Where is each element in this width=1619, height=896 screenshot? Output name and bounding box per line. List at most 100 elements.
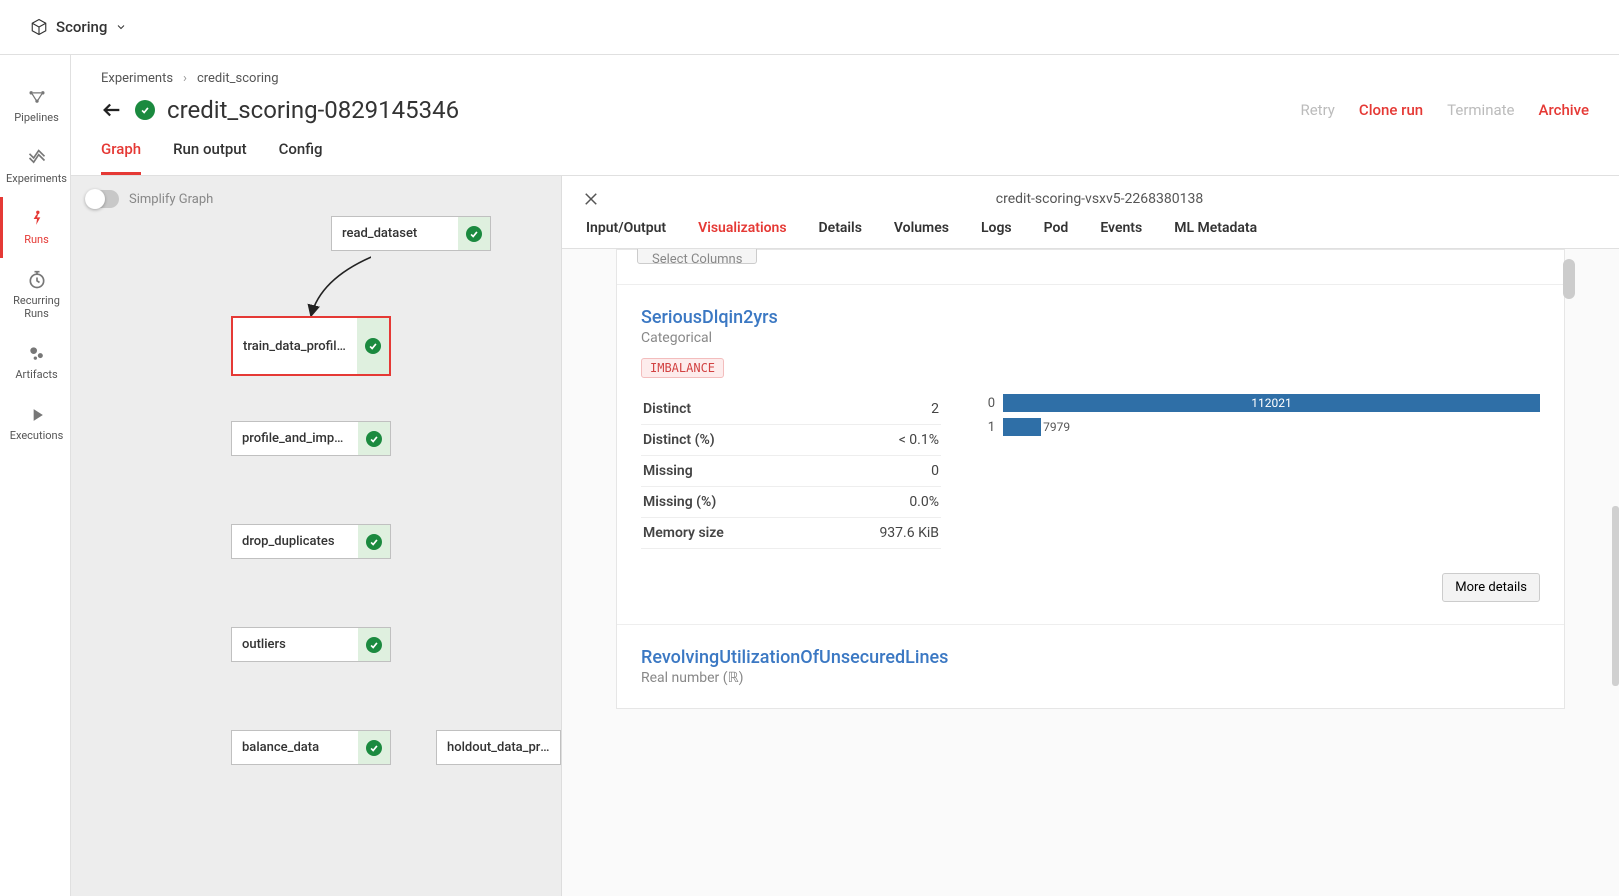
subtab-logs[interactable]: Logs (981, 220, 1012, 248)
node-holdout-data-pro[interactable]: holdout_data_pro... (436, 730, 561, 765)
visualization-body[interactable]: Select Columns SeriousDlqin2yrs Categori… (562, 249, 1619, 896)
sidebar-item-label: Recurring Runs (7, 294, 66, 320)
clone-run-button[interactable]: Clone run (1359, 101, 1423, 119)
page-title: credit_scoring-0829145346 (167, 96, 459, 124)
outer-scrollbar[interactable] (1612, 506, 1619, 686)
sidebar-item-artifacts[interactable]: Artifacts (0, 332, 70, 393)
check-icon (366, 637, 382, 653)
bar-row: 1 7979 (981, 418, 1540, 436)
node-drop-duplicates[interactable]: drop_duplicates (231, 524, 391, 559)
details-title: credit-scoring-vsxv5-2268380138 (600, 191, 1599, 207)
sidebar-item-experiments[interactable]: Experiments (0, 136, 70, 197)
sidebar: Pipelines Experiments Runs Recurring Run… (0, 55, 71, 896)
node-train-data-profiling[interactable]: train_data_profiling (231, 316, 391, 376)
node-outliers[interactable]: outliers (231, 627, 391, 662)
breadcrumb-sep: › (183, 71, 187, 86)
variable-section: SeriousDlqin2yrs Categorical IMBALANCE D… (617, 284, 1564, 624)
app-selector-label: Scoring (56, 18, 107, 36)
bar-label: 1 (981, 420, 995, 435)
profile-card: Select Columns SeriousDlqin2yrs Categori… (616, 249, 1565, 709)
terminate-button[interactable]: Terminate (1447, 101, 1514, 119)
details-pane: credit-scoring-vsxv5-2268380138 Input/Ou… (561, 176, 1619, 896)
subtab-ml-metadata[interactable]: ML Metadata (1174, 220, 1257, 248)
stat-row: Memory size937.6 KiB (641, 518, 941, 549)
imbalance-tag: IMBALANCE (641, 358, 724, 378)
frequency-bar-chart: 0 112021 1 7979 (981, 394, 1540, 549)
artifacts-icon (27, 344, 47, 364)
variable-section: RevolvingUtilizationOfUnsecuredLines Rea… (617, 624, 1564, 708)
experiments-icon (27, 148, 47, 168)
node-label: read_dataset (332, 226, 458, 241)
node-read-dataset[interactable]: read_dataset (331, 216, 491, 251)
retry-button[interactable]: Retry (1300, 101, 1334, 119)
variable-name[interactable]: SeriousDlqin2yrs (641, 307, 1540, 328)
subtab-details[interactable]: Details (819, 220, 862, 248)
tab-graph[interactable]: Graph (101, 140, 141, 175)
stat-row: Distinct (%)< 0.1% (641, 425, 941, 456)
bar-value: 7979 (1043, 420, 1070, 434)
cube-icon (30, 18, 48, 36)
bar-fill: 112021 (1003, 394, 1540, 412)
node-label: outliers (232, 637, 358, 652)
breadcrumb-experiment-name[interactable]: credit_scoring (197, 71, 279, 86)
node-label: holdout_data_pro... (437, 740, 560, 755)
inner-scrollbar[interactable] (1563, 259, 1575, 299)
graph-pane[interactable]: Simplify Graph r (71, 176, 561, 896)
sidebar-item-label: Experiments (6, 172, 67, 185)
sidebar-item-label: Pipelines (14, 111, 59, 124)
stats-table: Distinct2 Distinct (%)< 0.1% Missing0 Mi… (641, 394, 941, 549)
status-badge-success (135, 100, 155, 120)
sidebar-item-runs[interactable]: Runs (0, 197, 70, 258)
bar-fill (1003, 418, 1041, 436)
stat-row: Distinct2 (641, 394, 941, 425)
node-label: train_data_profiling (233, 339, 357, 354)
simplify-graph-label: Simplify Graph (129, 192, 213, 207)
sidebar-item-label: Runs (24, 233, 49, 246)
node-profile-and-impute[interactable]: profile_and_impu... (231, 421, 391, 456)
detail-subtabs: Input/Output Visualizations Details Volu… (562, 208, 1619, 249)
tab-run-output[interactable]: Run output (173, 140, 246, 175)
subtab-volumes[interactable]: Volumes (894, 220, 949, 248)
more-details-button[interactable]: More details (1442, 573, 1540, 602)
bar-label: 0 (981, 396, 995, 411)
subtab-input-output[interactable]: Input/Output (586, 220, 666, 248)
subtab-pod[interactable]: Pod (1044, 220, 1069, 248)
node-label: balance_data (232, 740, 358, 755)
sidebar-item-label: Artifacts (15, 368, 57, 381)
breadcrumb-experiments[interactable]: Experiments (101, 71, 173, 86)
variable-type: Categorical (641, 330, 1540, 346)
variable-type: Real number (ℝ) (641, 670, 1540, 686)
bar-row: 0 112021 (981, 394, 1540, 412)
close-icon[interactable] (582, 190, 600, 208)
archive-button[interactable]: Archive (1539, 101, 1589, 119)
check-icon (466, 226, 482, 242)
check-icon (366, 431, 382, 447)
stat-row: Missing0 (641, 456, 941, 487)
breadcrumb: Experiments › credit_scoring (101, 71, 1589, 86)
stat-row: Missing (%)0.0% (641, 487, 941, 518)
node-balance-data[interactable]: balance_data (231, 730, 391, 765)
simplify-graph-toggle[interactable] (85, 190, 119, 208)
chevron-down-icon (115, 21, 127, 33)
sidebar-item-executions[interactable]: Executions (0, 393, 70, 454)
back-arrow-icon[interactable] (101, 99, 123, 121)
tab-config[interactable]: Config (279, 140, 323, 175)
subtab-visualizations[interactable]: Visualizations (698, 220, 786, 248)
variable-name[interactable]: RevolvingUtilizationOfUnsecuredLines (641, 647, 1540, 668)
sidebar-item-recurring-runs[interactable]: Recurring Runs (0, 258, 70, 332)
check-icon (366, 534, 382, 550)
app-selector[interactable]: Scoring (30, 18, 127, 36)
sidebar-item-pipelines[interactable]: Pipelines (0, 75, 70, 136)
main-tabs: Graph Run output Config (71, 124, 1619, 176)
subtab-events[interactable]: Events (1100, 220, 1142, 248)
node-label: profile_and_impu... (232, 431, 358, 446)
executions-icon (27, 405, 47, 425)
node-label: drop_duplicates (232, 534, 358, 549)
recurring-icon (27, 270, 47, 290)
pipelines-icon (27, 87, 47, 107)
select-columns-button[interactable]: Select Columns (637, 249, 757, 264)
check-icon (365, 338, 381, 354)
check-icon (366, 740, 382, 756)
runs-icon (27, 209, 47, 229)
sidebar-item-label: Executions (10, 429, 64, 442)
